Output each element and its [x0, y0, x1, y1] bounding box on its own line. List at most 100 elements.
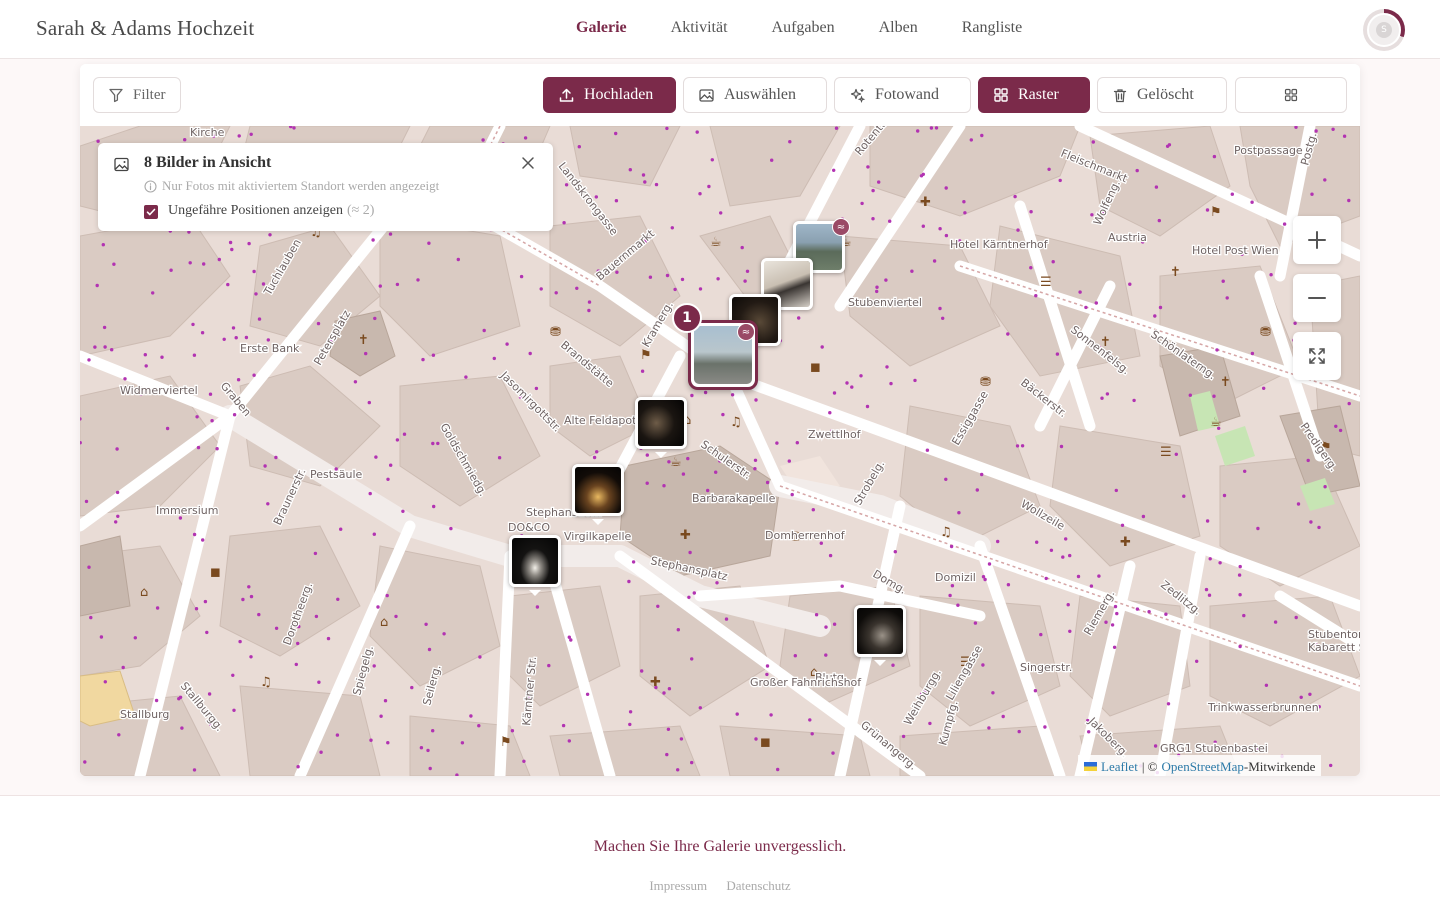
poi-dot — [519, 274, 524, 279]
poi-dot — [928, 721, 932, 726]
poi-dot — [1051, 260, 1055, 264]
poi-dot — [154, 698, 159, 703]
zoom-out-button[interactable] — [1293, 274, 1341, 322]
poi-dot — [87, 358, 91, 362]
approx-position-badge: ≈ — [737, 323, 755, 341]
photowall-button[interactable]: Fotowand — [834, 77, 971, 113]
poi-dot — [208, 392, 213, 396]
photo-marker[interactable] — [854, 605, 906, 657]
poi-dot — [274, 455, 278, 460]
poi-dot — [1164, 612, 1168, 616]
poi-icon: ⛃ — [550, 325, 561, 340]
poi-dot — [427, 241, 431, 245]
poi-dot — [1061, 555, 1065, 559]
site-title[interactable]: Sarah & Adams Hochzeit — [36, 16, 254, 41]
poi-dot — [962, 200, 966, 204]
poi-dot — [217, 257, 221, 262]
poi-dot — [1147, 610, 1151, 614]
grid-label: Raster — [1018, 86, 1059, 103]
poi-dot — [103, 680, 107, 684]
poi-dot — [1225, 296, 1229, 300]
poi-dot — [698, 192, 702, 196]
user-avatar-button[interactable]: S — [1363, 9, 1405, 51]
poi-dot — [436, 441, 440, 446]
poi-dot — [528, 351, 532, 356]
zoom-in-button[interactable] — [1293, 216, 1341, 264]
upload-button[interactable]: Hochladen — [543, 77, 676, 113]
poi-dot — [274, 626, 279, 630]
poi-dot — [679, 737, 684, 741]
poi-dot — [567, 635, 571, 639]
nav-rangliste[interactable]: Rangliste — [962, 19, 1022, 37]
poi-dot — [1331, 127, 1335, 131]
impressum-link[interactable]: Impressum — [649, 878, 707, 893]
nav-aufgaben[interactable]: Aufgaben — [772, 19, 835, 37]
poi-dot — [292, 126, 296, 130]
poi-dot — [1135, 168, 1139, 173]
approx-positions-checkbox[interactable] — [144, 205, 158, 219]
poi-dot — [96, 139, 100, 143]
marker-pointer — [592, 519, 604, 525]
osm-link[interactable]: OpenStreetMap — [1162, 759, 1244, 774]
poi-dot — [692, 591, 696, 595]
gallery-map-panel: Filter Hochladen Auswählen Fotowand Rast… — [80, 64, 1360, 776]
nav-galerie[interactable]: Galerie — [576, 19, 627, 37]
fullscreen-button[interactable] — [1293, 332, 1341, 380]
photo-marker[interactable] — [635, 397, 687, 449]
layout-toggle-button[interactable] — [1235, 77, 1347, 113]
nav-alben[interactable]: Alben — [879, 19, 918, 37]
poi-dot — [891, 663, 895, 667]
poi-dot — [534, 386, 539, 391]
poi-dot — [662, 691, 666, 695]
poi-dot — [460, 741, 465, 745]
poi-dot — [431, 441, 435, 446]
poi-dot — [1222, 493, 1227, 498]
poi-dot — [389, 463, 393, 467]
poi-dot — [793, 654, 797, 658]
poi-dot — [115, 490, 120, 495]
map-street-label: Hotel Kärntnerhof — [950, 238, 1049, 251]
poi-dot — [1195, 659, 1199, 663]
main-nav: Galerie Aktivität Aufgaben Alben Ranglis… — [576, 19, 1066, 37]
poi-dot — [1347, 401, 1351, 406]
poi-dot — [247, 241, 251, 246]
poi-dot — [845, 381, 849, 385]
poi-dot — [165, 426, 170, 431]
map-street-label: Barbarakapelle — [692, 492, 776, 505]
poi-dot — [1044, 576, 1048, 581]
poi-dot — [688, 550, 692, 555]
poi-icon: ⚑ — [1210, 205, 1222, 220]
poi-dot — [1264, 683, 1269, 687]
map-street-label: Immersium — [156, 504, 218, 517]
poi-dot — [860, 201, 864, 206]
poi-dot — [1029, 210, 1033, 214]
nav-aktivitaet[interactable]: Aktivität — [671, 19, 728, 37]
map-street-label: Domherrenhof — [765, 529, 846, 542]
datenschutz-link[interactable]: Datenschutz — [726, 878, 790, 893]
select-button[interactable]: Auswählen — [683, 77, 827, 113]
close-icon[interactable] — [521, 156, 535, 170]
poi-dot — [326, 636, 331, 641]
photo-map[interactable]: ✝⚑◼♫⌂☕✚⛃☰✝⚑◼♫⌂☕✚⛃☰✝⚑◼♫⌂☕✚⛃☰✝⚑◼♫⌂☕✚⛃ Kirc… — [80, 126, 1360, 776]
poi-dot — [426, 748, 430, 753]
poi-dot — [686, 456, 690, 461]
grid-view-button[interactable]: Raster — [978, 77, 1090, 113]
poi-dot — [871, 188, 875, 193]
poi-dot — [371, 238, 375, 242]
poi-dot — [1132, 398, 1136, 403]
deleted-button[interactable]: Gelöscht — [1097, 77, 1227, 113]
filter-button[interactable]: Filter — [93, 77, 181, 113]
minus-icon — [1308, 297, 1326, 299]
poi-icon: ✝ — [1170, 265, 1181, 280]
photo-marker[interactable] — [509, 535, 561, 587]
poi-icon: ⛃ — [980, 375, 991, 390]
leaflet-link[interactable]: Leaflet — [1101, 759, 1138, 775]
poi-dot — [1273, 620, 1278, 624]
poi-dot — [819, 541, 823, 545]
approx-positions-label[interactable]: Ungefähre Positionen anzeigen (≈ 2) — [168, 203, 374, 219]
photo-marker[interactable] — [572, 464, 624, 516]
grid-icon — [994, 88, 1008, 102]
poi-dot — [1237, 573, 1242, 577]
poi-dot — [192, 768, 197, 772]
poi-dot — [808, 718, 812, 722]
